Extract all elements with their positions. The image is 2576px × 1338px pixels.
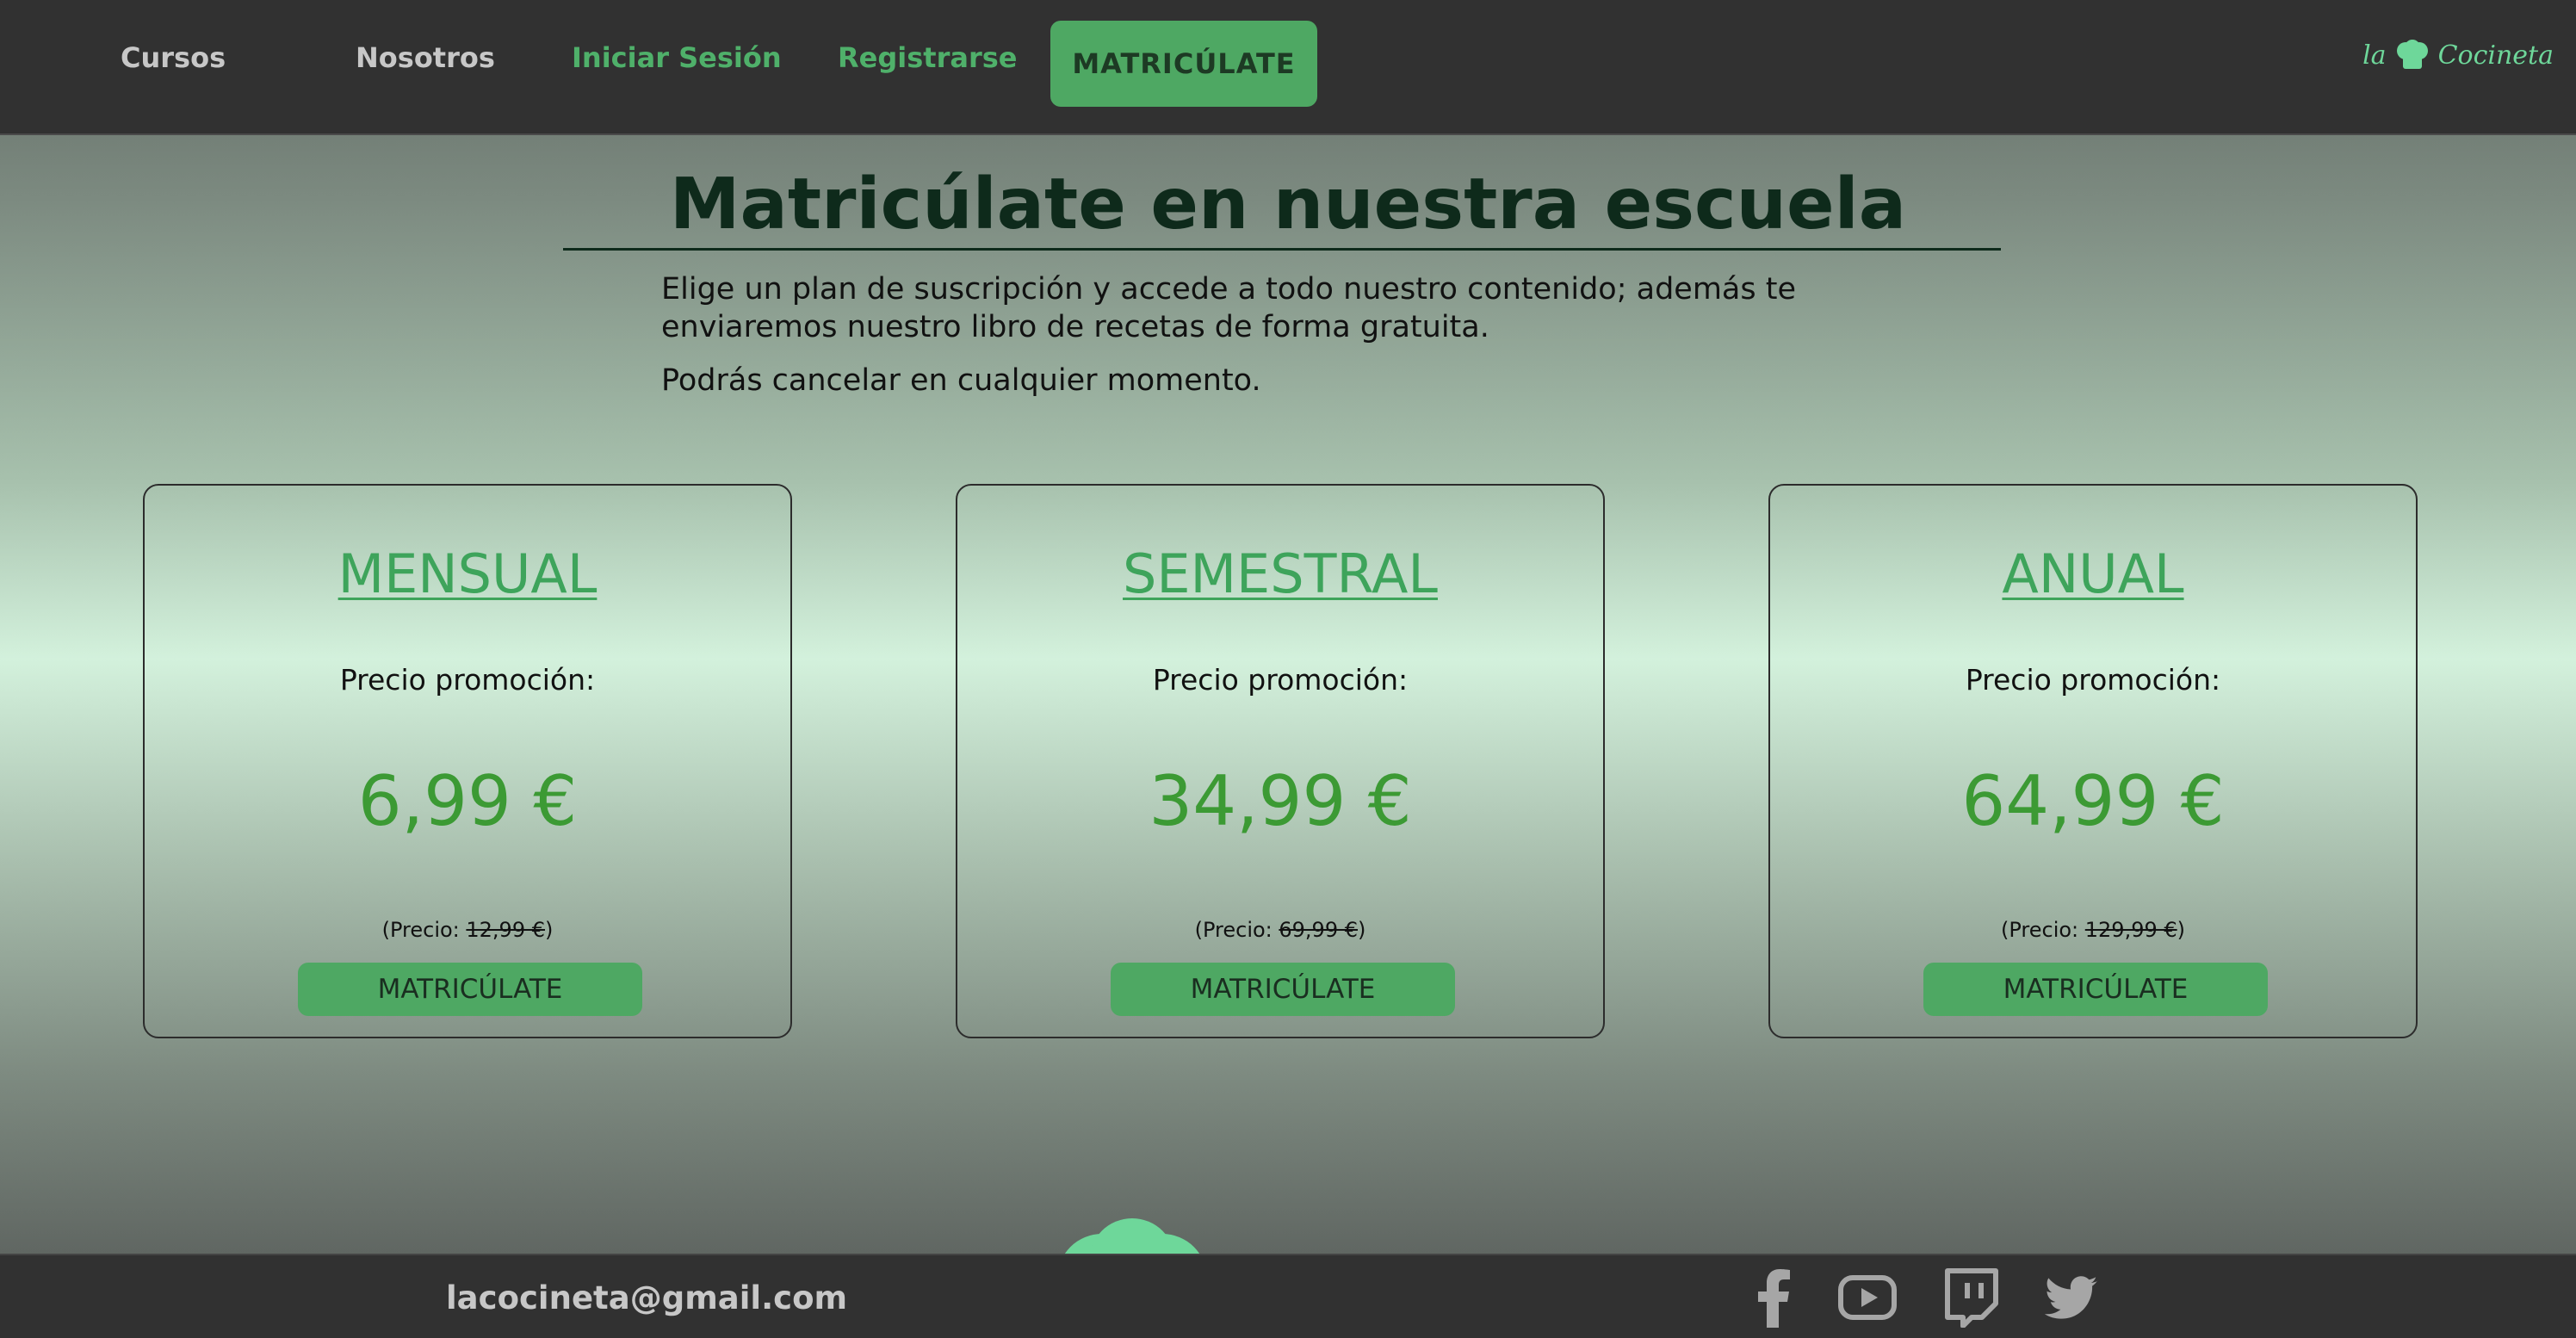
promo-label: Precio promoción: — [339, 663, 596, 697]
top-nav: Cursos Nosotros Iniciar Sesión Registrar… — [0, 0, 2576, 135]
regular-price-value: 129,99 € — [2084, 918, 2177, 942]
enroll-button-mensual[interactable]: MATRICÚLATE — [298, 963, 642, 1016]
promo-label: Precio promoción: — [1152, 663, 1409, 697]
facebook-icon[interactable] — [1744, 1267, 1805, 1328]
intro-paragraph-1: Elige un plan de suscripción y accede a … — [661, 272, 1796, 344]
regular-price-prefix: (Precio: — [2000, 918, 2085, 942]
promo-price: 64,99 € — [1961, 761, 2225, 841]
regular-price-suffix: ) — [545, 918, 554, 942]
nav-link-cursos[interactable]: Cursos — [121, 41, 226, 74]
promo-price: 34,99 € — [1149, 761, 1412, 841]
intro-text: Elige un plan de suscripción y accede a … — [661, 270, 1918, 415]
enroll-button-anual[interactable]: MATRICÚLATE — [1923, 963, 2268, 1016]
promo-price: 6,99 € — [357, 761, 578, 841]
plan-name[interactable]: MENSUAL — [145, 542, 790, 605]
plan-card-anual: ANUAL Precio promoción: 64,99 € (Precio:… — [1768, 484, 2418, 1038]
chef-hat-icon — [2396, 40, 2428, 69]
regular-price-prefix: (Precio: — [1194, 918, 1279, 942]
nav-enroll-button[interactable]: MATRICÚLATE — [1050, 21, 1317, 107]
regular-price-suffix: ) — [2177, 918, 2186, 942]
regular-price-value: 12,99 € — [466, 918, 545, 942]
intro-paragraph-2: Podrás cancelar en cualquier momento. — [661, 363, 1261, 398]
brand-logo[interactable]: la Cocineta — [2362, 40, 2554, 71]
regular-price: (Precio: 69,99 €) — [957, 918, 1603, 942]
regular-price-suffix: ) — [1358, 918, 1366, 942]
nav-link-nosotros[interactable]: Nosotros — [356, 41, 495, 74]
plan-name[interactable]: ANUAL — [1770, 542, 2416, 605]
plan-name[interactable]: SEMESTRAL — [957, 542, 1603, 605]
brand-text-cocineta: Cocineta — [2437, 40, 2554, 71]
promo-label: Precio promoción: — [1965, 663, 2221, 697]
regular-price: (Precio: 12,99 €) — [145, 918, 790, 942]
title-underline — [563, 248, 2001, 251]
plan-card-semestral: SEMESTRAL Precio promoción: 34,99 € (Pre… — [956, 484, 1605, 1038]
contact-email-link[interactable]: lacocineta@gmail.com — [446, 1279, 847, 1316]
twitter-icon[interactable] — [2042, 1267, 2102, 1328]
regular-price-prefix: (Precio: — [381, 918, 467, 942]
twitch-icon[interactable] — [1941, 1267, 2001, 1328]
page-title: Matricúlate en nuestra escuela — [669, 164, 1907, 245]
footer: lacocineta@gmail.com — [0, 1254, 2576, 1338]
nav-link-iniciar-sesion[interactable]: Iniciar Sesión — [572, 41, 782, 74]
youtube-icon[interactable] — [1837, 1267, 1898, 1328]
plan-card-mensual: MENSUAL Precio promoción: 6,99 € (Precio… — [143, 484, 792, 1038]
enroll-button-semestral[interactable]: MATRICÚLATE — [1111, 963, 1455, 1016]
regular-price: (Precio: 129,99 €) — [1770, 918, 2416, 942]
nav-link-registrarse[interactable]: Registrarse — [838, 41, 1017, 74]
regular-price-value: 69,99 € — [1279, 918, 1358, 942]
brand-text-la: la — [2362, 40, 2387, 71]
